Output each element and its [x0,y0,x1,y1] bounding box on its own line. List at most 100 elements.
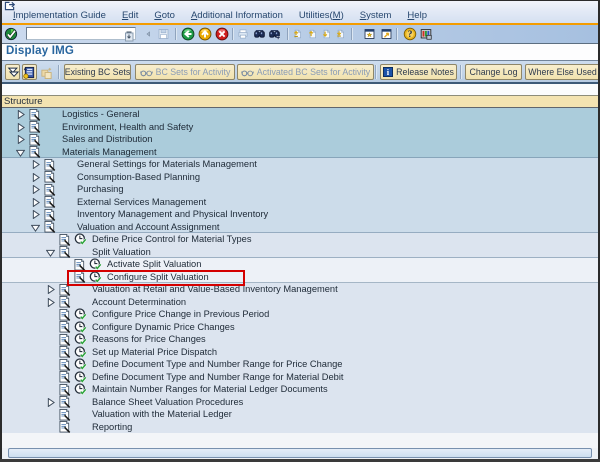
img-documentation-icon[interactable] [59,346,71,358]
img-documentation-icon[interactable] [59,409,71,421]
tree-node-label[interactable]: Balance Sheet Valuation Procedures [92,396,243,409]
exit-icon[interactable] [198,27,212,41]
tree-node-label[interactable]: External Services Management [77,196,206,209]
position-button[interactable] [22,64,37,80]
find-icon[interactable] [253,27,266,41]
execute-img-activity-icon[interactable] [74,346,87,359]
cancel-icon[interactable] [215,27,229,41]
img-documentation-icon[interactable] [44,196,56,208]
execute-img-activity-icon[interactable] [74,358,87,371]
collapse-node-icon[interactable] [46,248,55,257]
img-documentation-icon[interactable] [44,184,56,196]
tree-node-label[interactable]: Consumption-Based Planning [77,171,200,184]
tree-node-label[interactable]: Valuation and Account Assignment [77,221,219,234]
tree-node-label[interactable]: Valuation with the Material Ledger [92,408,232,421]
img-documentation-icon[interactable] [29,146,41,158]
last-page-icon[interactable] [335,27,346,41]
find-next-icon[interactable] [268,27,281,41]
change-log-button[interactable]: Change Log [465,64,522,80]
expand-node-icon[interactable] [16,135,25,144]
expand-node-icon[interactable] [31,185,40,194]
create-shortcut-icon[interactable] [380,27,393,41]
execute-img-activity-icon[interactable] [74,233,87,246]
first-page-icon[interactable] [292,27,303,41]
img-documentation-icon[interactable] [29,109,41,121]
command-field[interactable] [26,27,136,40]
menu-utilities-m[interactable]: Utilities(M) [299,9,344,23]
bc-sets-for-activity-button[interactable]: BC Sets for Activity [135,64,235,80]
img-documentation-icon[interactable] [59,321,71,333]
expand-subtree-button[interactable] [5,64,20,80]
img-documentation-icon[interactable] [44,159,56,171]
menu-edit[interactable]: Edit [122,9,138,23]
tree-node-label[interactable]: Reporting [92,421,132,434]
img-documentation-icon[interactable] [59,309,71,321]
expand-node-icon[interactable] [46,398,55,407]
expand-node-icon[interactable] [46,285,55,294]
tree-node-label[interactable]: Materials Management [62,146,157,159]
tree-node-label[interactable]: Configure Dynamic Price Changes [92,321,235,334]
release-notes-button[interactable]: Release Notes [380,64,457,80]
copy-button[interactable] [39,64,54,80]
img-documentation-icon[interactable] [44,209,56,221]
page-down-icon[interactable] [321,27,332,41]
collapse-node-icon[interactable] [16,148,25,157]
execute-img-activity-icon[interactable] [74,333,87,346]
img-documentation-icon[interactable] [59,371,71,383]
save-icon[interactable] [157,27,170,41]
where-else-used-button[interactable]: Where Else Used [525,64,600,80]
tree-node-label[interactable]: Define Price Control for Material Types [92,233,252,246]
img-documentation-icon[interactable] [59,421,71,433]
img-documentation-icon[interactable] [59,396,71,408]
img-documentation-icon[interactable] [59,384,71,396]
command-field-input[interactable] [28,28,120,39]
img-documentation-icon[interactable] [29,121,41,133]
tree-node-label[interactable]: Logistics - General [62,108,140,121]
img-documentation-icon[interactable] [59,334,71,346]
enter-icon[interactable] [4,27,18,41]
img-documentation-icon[interactable] [29,134,41,146]
img-documentation-icon[interactable] [59,246,71,258]
menu-implementation-guide[interactable]: Implementation Guide [13,9,106,23]
expand-node-icon[interactable] [31,198,40,207]
img-documentation-icon[interactable] [59,234,71,246]
expand-node-icon[interactable] [31,210,40,219]
expand-node-icon[interactable] [16,110,25,119]
img-documentation-icon[interactable] [44,221,56,233]
img-documentation-icon[interactable] [59,296,71,308]
execute-img-activity-icon[interactable] [74,308,87,321]
tree-node-label[interactable]: Configure Price Change in Previous Perio… [92,308,269,321]
expand-node-icon[interactable] [16,123,25,132]
collapse-node-icon[interactable] [31,223,40,232]
expand-node-icon[interactable] [46,298,55,307]
print-icon[interactable] [237,27,249,41]
status-bar[interactable] [8,448,592,458]
customize-layout-icon[interactable] [419,27,433,41]
existing-bc-sets-button[interactable]: Existing BC Sets [64,64,131,80]
menu-system[interactable]: System [360,9,392,23]
activated-bc-sets-for-activity-button[interactable]: Activated BC Sets for Activity [237,64,374,80]
menu-additional-information[interactable]: Additional Information [191,9,283,23]
execute-img-activity-icon[interactable] [74,383,87,396]
execute-img-activity-icon[interactable] [74,371,87,384]
tree-node-label[interactable]: Define Document Type and Number Range fo… [92,358,342,371]
new-session-icon[interactable] [363,27,376,41]
tree-node-label[interactable]: Account Determination [92,296,186,309]
expand-node-icon[interactable] [31,160,40,169]
tree-node-label[interactable]: Set up Material Price Dispatch [92,346,217,359]
menu-goto[interactable]: Goto [154,9,175,23]
tree-node-label[interactable]: Sales and Distribution [62,133,152,146]
tree-node-label[interactable]: Inventory Management and Physical Invent… [77,208,268,221]
img-documentation-icon[interactable] [44,171,56,183]
back-icon[interactable] [181,27,195,41]
tree-node-label[interactable]: Reasons for Price Changes [92,333,206,346]
expand-node-icon[interactable] [31,173,40,182]
tree-node-label[interactable]: Maintain Number Ranges for Material Ledg… [92,383,328,396]
tree-node-label[interactable]: Split Valuation [92,246,151,259]
execute-img-activity-icon[interactable] [74,321,87,334]
menu-help[interactable]: Help [407,9,427,23]
tree-node-label[interactable]: Purchasing [77,183,124,196]
page-up-icon[interactable] [307,27,318,41]
tree-node-label[interactable]: General Settings for Materials Managemen… [77,158,257,171]
img-documentation-icon[interactable] [59,359,71,371]
